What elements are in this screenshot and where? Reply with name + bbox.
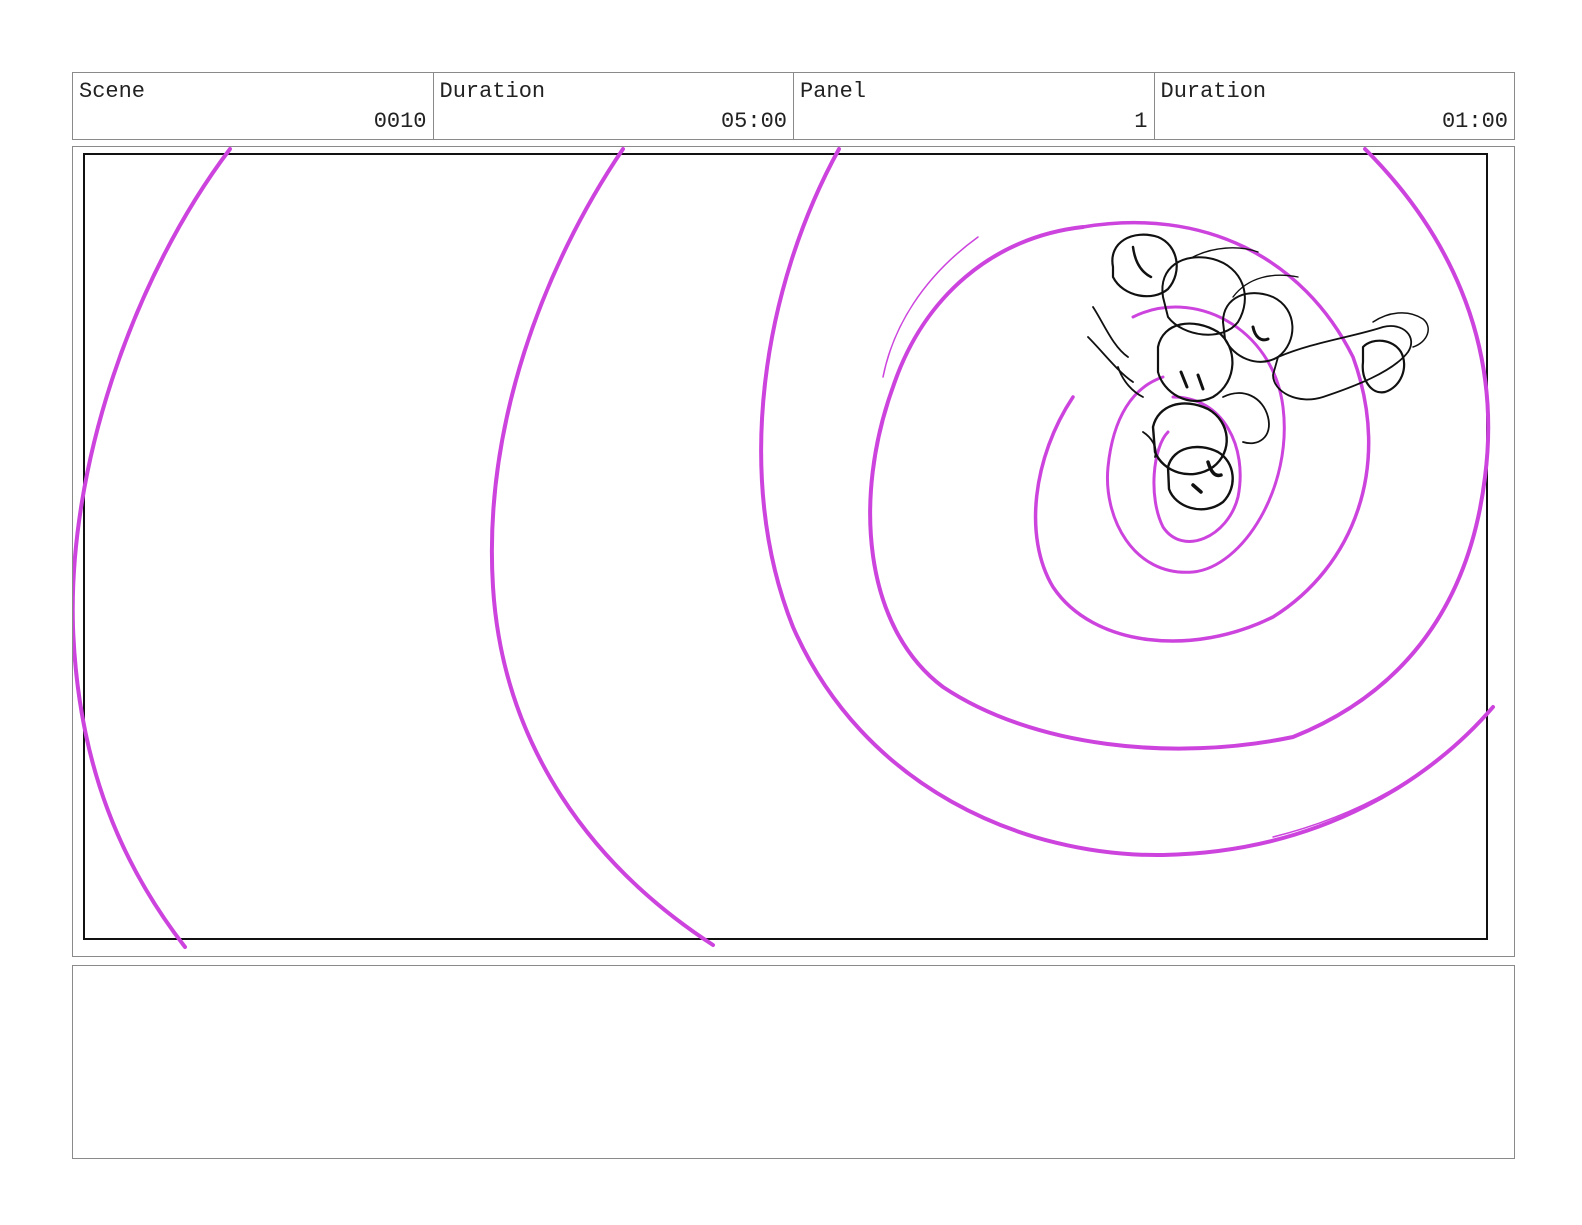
panel-number: 1: [1134, 109, 1148, 134]
scene-label: Scene: [79, 79, 146, 104]
sketch-lines-connect: [1192, 247, 1299, 298]
scene-cell: Scene 0010: [73, 73, 434, 139]
sketch-center-scribble: [1222, 392, 1270, 445]
sketch-head-top-left: [1111, 233, 1178, 298]
spiral-arc-faint-top: [882, 236, 979, 378]
spiral-arc-core: [1152, 395, 1242, 543]
spiral-arc-faint-right: [1272, 706, 1494, 838]
panel-duration-value: 01:00: [1441, 109, 1508, 134]
sketch-head-bottom: [1166, 445, 1234, 511]
spiral-arc-outer-left: [73, 147, 232, 949]
scene-number: 0010: [373, 109, 427, 134]
spiral-arc-middle: [489, 147, 715, 947]
spiral-arc-inner: [1105, 305, 1286, 574]
panel-duration-cell: Duration 01:00: [1155, 73, 1515, 139]
storyboard-panel: [72, 146, 1515, 957]
panel-drawing: [73, 147, 1495, 949]
sketch-ear-top-left: [1131, 245, 1153, 279]
spiral-arc-fourth: [1033, 220, 1371, 643]
panel-notes-box: [72, 965, 1515, 1159]
panel-info-header: Scene 0010 Duration 05:00 Panel 1 Durati…: [72, 72, 1515, 140]
spiral-lines: [73, 147, 1495, 949]
sketch-eyes-center: [1179, 370, 1205, 391]
sketch-head-center: [1156, 322, 1234, 403]
scene-duration-label: Duration: [439, 79, 546, 104]
sketch-eye-right: [1251, 325, 1270, 342]
scene-duration-cell: Duration 05:00: [434, 73, 794, 139]
sketch-head-far-right: [1361, 339, 1406, 394]
panel-label: Panel: [800, 79, 867, 104]
sketch-arm-left: [1087, 306, 1134, 383]
panel-duration-label: Duration: [1160, 79, 1267, 104]
spiral-arc-third: [868, 147, 1491, 751]
camera-frame: [83, 153, 1488, 940]
character-sketch: [1087, 233, 1429, 511]
scene-duration-value: 05:00: [720, 109, 787, 134]
panel-cell: Panel 1: [794, 73, 1155, 139]
sketch-hand-far-right: [1372, 312, 1429, 348]
sketch-eyes-bottom: [1191, 460, 1223, 494]
